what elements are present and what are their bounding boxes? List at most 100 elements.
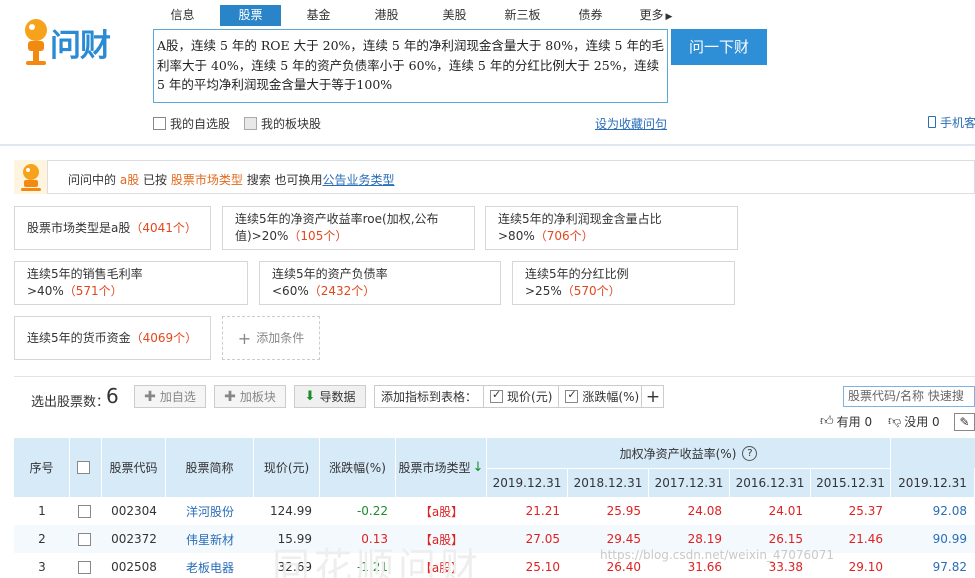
indicator-price-checkbox[interactable]: ✓ (490, 388, 504, 403)
cell-value: 24.08 (687, 504, 722, 518)
col-header-year[interactable]: 2016.12.31 (730, 468, 811, 497)
col-header-year[interactable]: 2019.12.31 (487, 468, 568, 497)
select-all-checkbox[interactable] (77, 461, 90, 474)
my-sectors-label: 我的板块股 (261, 117, 322, 131)
cell-select (70, 525, 102, 553)
ask-button[interactable]: 问一下财 (671, 29, 767, 65)
notice-part: 搜索 也可换用 (246, 173, 323, 187)
tab-hk[interactable]: 港股 (356, 5, 417, 26)
plus-icon: + (237, 328, 252, 348)
add-condition-button[interactable]: + 添加条件 (222, 316, 320, 360)
notice-alt-link[interactable]: 公告业务类型 (323, 173, 395, 187)
selected-count: 6 (106, 384, 119, 408)
useless-button[interactable]: 👎︎ 没用 0 (888, 413, 940, 430)
mobile-link-label: 手机客 (940, 116, 975, 130)
save-query-link[interactable]: 设为收藏问句 (595, 115, 667, 132)
query-input[interactable]: A股，连续 5 年的 ROE 大于 20%，连续 5 年的净利润现金含量大于 8… (153, 29, 668, 103)
indicator-change-label: 涨跌幅(%) (582, 390, 640, 404)
col-header-market[interactable]: 股票市场类型 ↓ (396, 438, 487, 497)
mobile-link[interactable]: 手机客 (928, 114, 975, 131)
table-row[interactable]: 1 002304 洋河股份 124.99 -0.22 【a股】 21.21 25… (14, 497, 975, 525)
cell-select (70, 553, 102, 578)
selected-count-label: 选出股票数： (31, 395, 110, 410)
cell-market: 【a股】 (419, 504, 464, 519)
indicator-price-chip[interactable]: ✓ 现价(元) (483, 385, 558, 408)
tab-more-label: 更多 (639, 8, 664, 22)
page-root: 问财 信息 股票 基金 港股 美股 新三板 债券 更多 ▶ A股，连续 5 年的 … (0, 0, 975, 578)
condition-count: （4041个） (130, 220, 197, 235)
condition-text: 连续5年的货币资金 (27, 330, 131, 345)
export-label: 导数据 (319, 390, 356, 404)
add-indicator-button[interactable]: + (641, 385, 664, 408)
cell-code: 002304 (111, 504, 157, 518)
caret-right-icon: ▶ (665, 12, 673, 22)
row-checkbox[interactable] (77, 504, 91, 518)
tab-stock[interactable]: 股票 (220, 5, 281, 26)
condition-tag[interactable]: 连续5年的净资产收益率roe(加权,公布值)>20%（105个） (222, 206, 475, 250)
row-checkbox[interactable] (77, 560, 91, 574)
tab-bond[interactable]: 债券 (560, 5, 621, 26)
condition-tag[interactable]: 连续5年的分红比例>25%（570个） (512, 261, 735, 305)
tab-us[interactable]: 美股 (424, 5, 485, 26)
check-icon: ✓ (567, 388, 577, 401)
cell-seq: 1 (38, 504, 46, 518)
col-header-change[interactable]: 涨跌幅(%) (320, 438, 396, 497)
row-checkbox[interactable] (77, 532, 91, 546)
add-sector-button[interactable]: ✚ 加板块 (214, 385, 286, 408)
cell-value: 92.08 (932, 504, 967, 518)
cell-name-link[interactable]: 洋河股份 (166, 497, 254, 525)
notice-type: 股票市场类型 (170, 173, 243, 187)
col-header-year[interactable]: 2015.12.31 (811, 468, 891, 497)
cell-code: 002372 (111, 532, 157, 546)
add-sector-label: 加板块 (239, 390, 276, 404)
brand-watermark: 同花顺问财 (272, 545, 483, 578)
useless-label: 没用 (904, 415, 929, 429)
edit-button[interactable]: ✎ (954, 413, 975, 431)
condition-tag[interactable]: 股票市场类型是a股（4041个） (14, 206, 211, 250)
col-header-code[interactable]: 股票代码 (102, 438, 166, 497)
useful-label: 有用 (836, 415, 861, 429)
cell-name-link[interactable]: 老板电器 (166, 553, 254, 578)
notice-part: 问问中的 (68, 173, 117, 187)
my-sectors-option[interactable]: 我的板块股 (244, 115, 321, 132)
my-stocks-option[interactable]: 我的自选股 (153, 115, 230, 132)
condition-tag[interactable]: 连续5年的资产负债率<60%（2432个） (259, 261, 501, 305)
tab-neeq[interactable]: 新三板 (492, 5, 553, 26)
condition-count: （2432个） (308, 284, 376, 298)
export-button[interactable]: ⬇ 导数据 (294, 385, 366, 408)
condition-text: 股票市场类型是a股 (27, 220, 131, 235)
add-watch-label: 加自选 (159, 390, 196, 404)
add-watch-button[interactable]: ✚ 加自选 (134, 385, 206, 408)
condition-tag[interactable]: 连续5年的销售毛利率>40%（571个） (14, 261, 248, 305)
cell-value: 97.82 (932, 560, 967, 574)
indicator-change-chip[interactable]: ✓ 涨跌幅(%) (558, 385, 645, 408)
col-header-name[interactable]: 股票简称 (166, 438, 254, 497)
cell-seq: 2 (38, 532, 46, 546)
col-header-year[interactable]: 2019.12.31 (891, 468, 975, 497)
condition-count: （570个） (561, 284, 621, 298)
cell-select (70, 497, 102, 525)
stock-search-input[interactable]: 股票代码/名称 快速搜 (843, 386, 975, 407)
condition-count: （105个） (288, 229, 348, 243)
condition-count: （4069个） (130, 330, 198, 345)
url-watermark: https://blog.csdn.net/weixin_47076071 (600, 548, 835, 562)
indicator-change-checkbox[interactable]: ✓ (565, 388, 579, 403)
useful-button[interactable]: 👍︎ 有用 0 (820, 413, 872, 430)
tab-more[interactable]: 更多 ▶ (628, 5, 684, 26)
cell-name-link[interactable]: 伟星新材 (166, 525, 254, 553)
my-stocks-checkbox[interactable] (153, 117, 166, 130)
tab-info[interactable]: 信息 (152, 5, 213, 26)
download-icon: ⬇ (304, 389, 316, 404)
col-header-year[interactable]: 2018.12.31 (568, 468, 649, 497)
condition-tag[interactable]: 连续5年的净利润现金含量占比>80%（706个） (485, 206, 738, 250)
tab-fund[interactable]: 基金 (288, 5, 349, 26)
add-indicator-label: 添加指标到表格： (381, 390, 478, 404)
edit-icon: ✎ (959, 415, 970, 429)
condition-tag[interactable]: 连续5年的货币资金（4069个） (14, 316, 211, 360)
col-header-year[interactable]: 2017.12.31 (649, 468, 730, 497)
cell-value: 24.01 (768, 504, 803, 518)
help-icon[interactable]: ? (742, 445, 758, 461)
my-sectors-checkbox[interactable] (244, 117, 257, 130)
col-header-market-label: 股票市场类型 (398, 461, 471, 475)
col-header-price[interactable]: 现价(元) (254, 438, 320, 497)
